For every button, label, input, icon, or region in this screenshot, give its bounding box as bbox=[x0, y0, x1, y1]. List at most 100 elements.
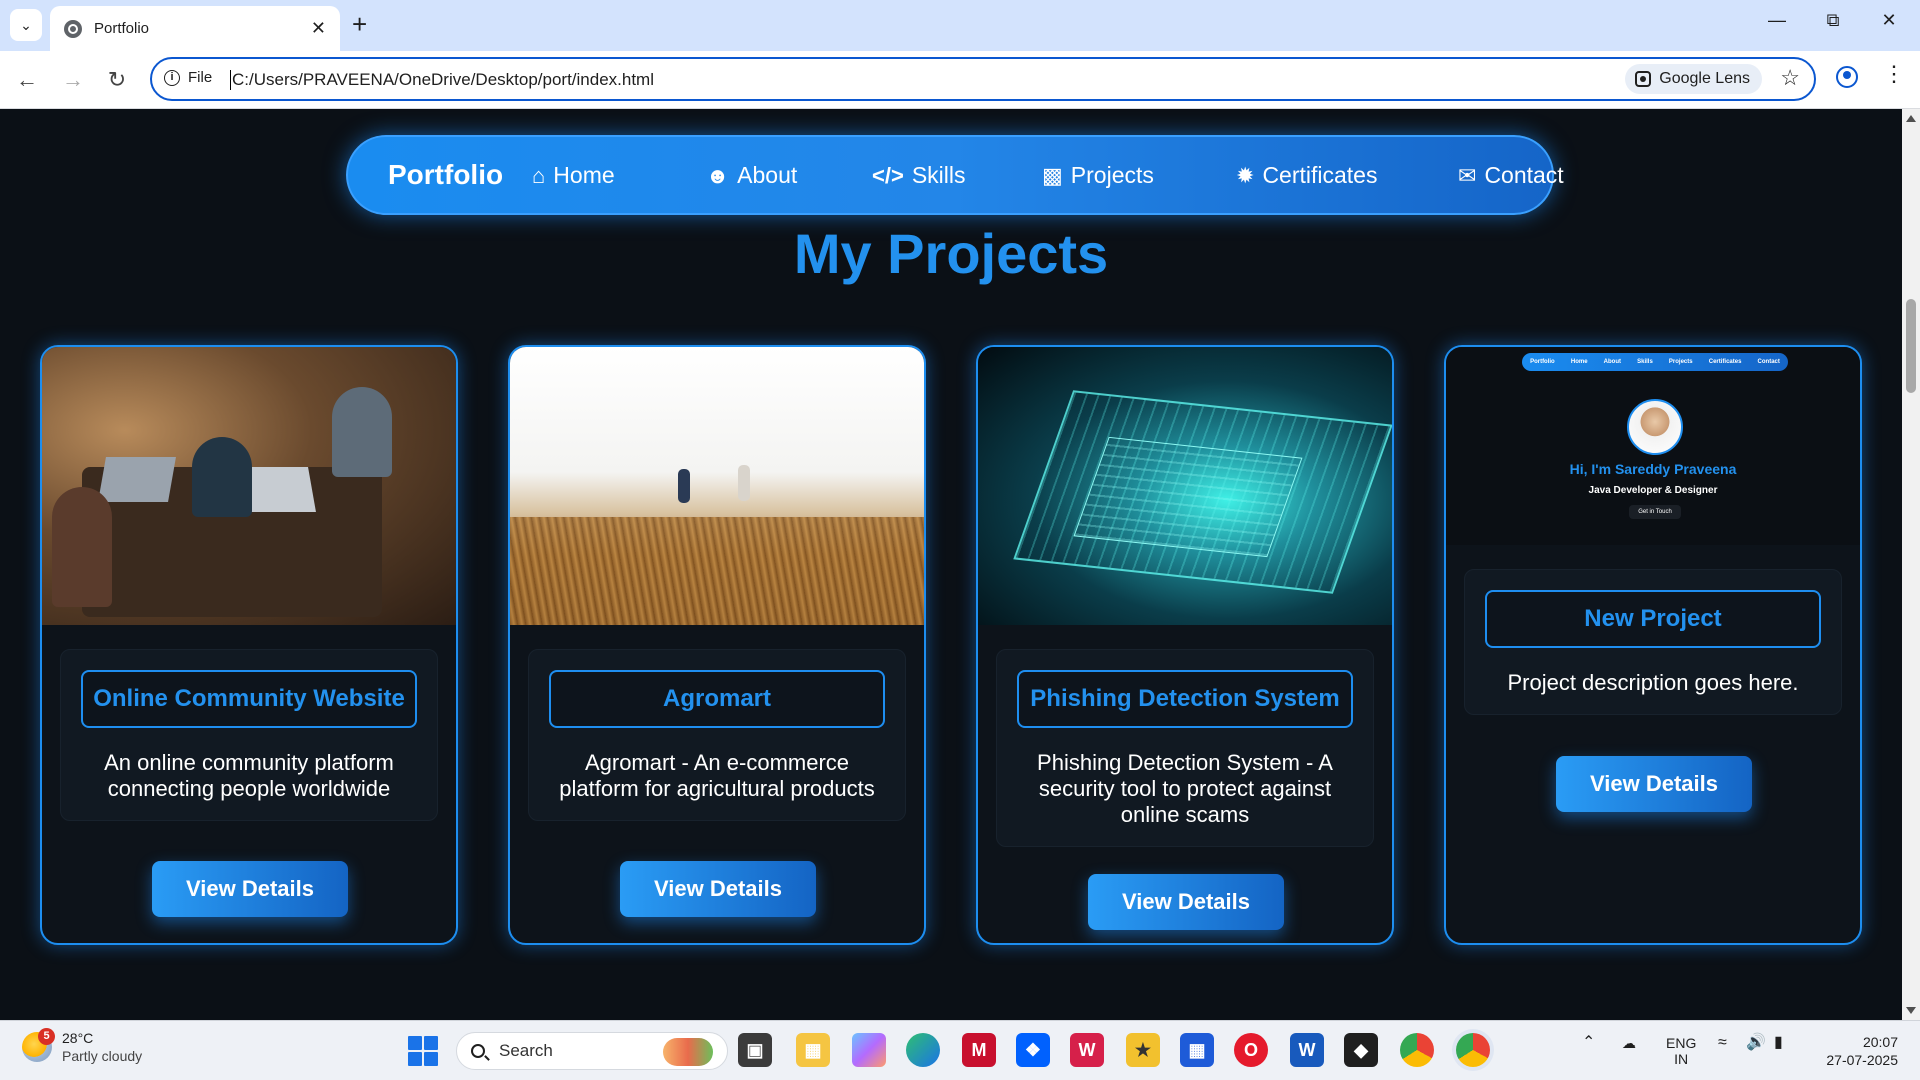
preview-avatar bbox=[1627, 399, 1683, 455]
file-explorer-icon[interactable]: ▦ bbox=[796, 1033, 830, 1067]
preview-nav-item: Certificates bbox=[1708, 359, 1742, 365]
nav-certificates-label: Certificates bbox=[1262, 162, 1378, 188]
preview-nav-item: About bbox=[1603, 359, 1621, 365]
language-bottom: IN bbox=[1674, 1051, 1689, 1067]
dropbox-icon[interactable]: ❖ bbox=[1016, 1033, 1050, 1067]
nav-skills[interactable]: </> Skills bbox=[872, 162, 965, 189]
language-top: ENG bbox=[1666, 1035, 1697, 1051]
google-lens-button[interactable]: Google Lens bbox=[1625, 64, 1762, 94]
view-details-button[interactable]: View Details bbox=[620, 861, 816, 917]
site-info-button[interactable]: i File bbox=[164, 69, 212, 86]
project-title: New Project bbox=[1485, 590, 1821, 648]
mcafee-icon[interactable]: M bbox=[962, 1033, 996, 1067]
site-brand[interactable]: Portfolio bbox=[388, 159, 503, 191]
search-highlight-icon bbox=[663, 1038, 713, 1066]
project-body: Agromart Agromart - An e-commerce platfo… bbox=[528, 649, 906, 821]
nav-home[interactable]: ⌂ Home bbox=[532, 162, 615, 189]
page-scrollbar[interactable] bbox=[1902, 109, 1920, 1020]
sitemap-icon: ▩ bbox=[1042, 162, 1063, 188]
chrome-icon[interactable] bbox=[1456, 1033, 1490, 1067]
reload-button[interactable]: ↻ bbox=[102, 65, 132, 95]
nav-certificates[interactable]: ✹ Certificates bbox=[1236, 162, 1377, 189]
scroll-up-icon[interactable] bbox=[1906, 115, 1916, 122]
chevron-up-icon[interactable]: ⌃ bbox=[1582, 1035, 1595, 1051]
minimize-button[interactable]: — bbox=[1762, 10, 1792, 31]
tab-search-button[interactable]: ⌄ bbox=[10, 9, 42, 41]
nav-skills-label: Skills bbox=[911, 162, 966, 188]
profile-icon[interactable] bbox=[1836, 66, 1858, 88]
new-tab-button[interactable]: + bbox=[352, 11, 367, 37]
project-body: Online Community Website An online commu… bbox=[60, 649, 438, 821]
weather-temp: 28°C bbox=[62, 1030, 94, 1046]
onedrive-icon[interactable]: ☁ bbox=[1622, 1035, 1636, 1051]
chrome-profile-icon[interactable] bbox=[1400, 1033, 1434, 1067]
project-title: Online Community Website bbox=[81, 670, 417, 728]
nav-projects[interactable]: ▩ Projects bbox=[1042, 162, 1154, 189]
wps-office-icon[interactable]: W bbox=[1070, 1033, 1104, 1067]
project-description: An online community platform connecting … bbox=[104, 750, 394, 801]
nav-contact[interactable]: ✉ Contact bbox=[1458, 162, 1564, 189]
address-bar[interactable]: i File C:/Users/PRAVEENA/OneDrive/Deskto… bbox=[150, 57, 1816, 101]
preview-brand: Portfolio bbox=[1530, 359, 1555, 365]
menu-kebab-icon[interactable]: ⋮ bbox=[1883, 63, 1905, 85]
project-image bbox=[978, 347, 1392, 625]
close-tab-icon[interactable]: ✕ bbox=[311, 18, 326, 39]
wifi-icon[interactable]: ≈ bbox=[1718, 1035, 1727, 1051]
nav-home-label: Home bbox=[553, 162, 615, 188]
language-indicator[interactable]: ENG IN bbox=[1666, 1035, 1696, 1067]
browser-toolbar: ← → ↻ i File C:/Users/PRAVEENA/OneDrive/… bbox=[0, 51, 1920, 109]
bookmark-star-icon[interactable]: ☆ bbox=[1780, 65, 1800, 91]
opera-icon[interactable]: O bbox=[1234, 1033, 1268, 1067]
search-icon bbox=[471, 1044, 485, 1058]
project-body: New Project Project description goes her… bbox=[1464, 569, 1842, 715]
edge-icon[interactable] bbox=[906, 1033, 940, 1067]
project-description: Phishing Detection System - A security t… bbox=[1037, 750, 1333, 827]
browser-tab[interactable]: Portfolio ✕ bbox=[50, 6, 340, 51]
task-view-icon[interactable]: ▣ bbox=[738, 1033, 772, 1067]
scrollbar-thumb[interactable] bbox=[1906, 299, 1916, 393]
nav-about[interactable]: ☻ About bbox=[706, 162, 797, 189]
project-image bbox=[42, 347, 456, 625]
preview-nav-item: Home bbox=[1570, 359, 1588, 365]
page-viewport: Portfolio ⌂ Home ☻ About </> Skills ▩ Pr… bbox=[0, 109, 1902, 1020]
preview-greeting: Hi, I'm Sareddy Praveena bbox=[1569, 461, 1737, 477]
restore-button[interactable]: ⧉ bbox=[1818, 10, 1848, 31]
system-clock[interactable]: 20:07 27-07-2025 bbox=[1800, 1033, 1898, 1069]
view-details-button[interactable]: View Details bbox=[1088, 874, 1284, 930]
section-title: My Projects bbox=[793, 222, 1109, 285]
code-icon: </> bbox=[872, 162, 904, 188]
close-window-button[interactable]: ✕ bbox=[1874, 10, 1904, 31]
project-card: Portfolio Home About Skills Projects Cer… bbox=[1444, 345, 1862, 945]
weather-widget[interactable]: 5 28°C Partly cloudy bbox=[22, 1028, 142, 1065]
project-card: Phishing Detection System Phishing Detec… bbox=[976, 345, 1394, 945]
taskbar-search[interactable]: Search bbox=[456, 1032, 728, 1070]
home-icon: ⌂ bbox=[532, 162, 546, 188]
preview-role: Java Developer & Designer bbox=[1588, 485, 1718, 496]
pin-app-icon[interactable]: ★ bbox=[1126, 1033, 1160, 1067]
nav-projects-label: Projects bbox=[1070, 162, 1154, 188]
site-navbar: Portfolio ⌂ Home ☻ About </> Skills ▩ Pr… bbox=[346, 135, 1564, 215]
taskbar-search-label: Search bbox=[499, 1041, 553, 1060]
back-button[interactable]: ← bbox=[12, 65, 42, 95]
copilot-icon[interactable] bbox=[852, 1033, 886, 1067]
chevron-down-icon: ⌄ bbox=[20, 16, 32, 33]
battery-icon[interactable]: ▮ bbox=[1774, 1035, 1783, 1051]
nav-about-label: About bbox=[737, 162, 798, 188]
microsoft-store-icon[interactable]: ▦ bbox=[1180, 1033, 1214, 1067]
word-icon[interactable]: W bbox=[1290, 1033, 1324, 1067]
clock-time: 20:07 bbox=[1862, 1034, 1898, 1050]
view-details-button[interactable]: View Details bbox=[1556, 756, 1752, 812]
nav-contact-label: Contact bbox=[1484, 162, 1564, 188]
info-icon: i bbox=[164, 69, 180, 86]
volume-icon[interactable]: 🔊 bbox=[1746, 1035, 1766, 1051]
url-scheme-label: File bbox=[188, 69, 213, 86]
partly-cloudy-icon: 5 bbox=[22, 1028, 55, 1062]
windows-taskbar: 5 28°C Partly cloudy Search ▣ ▦ M ❖ W ★ … bbox=[0, 1020, 1920, 1080]
forward-button[interactable]: → bbox=[58, 65, 88, 95]
terminal-app-icon[interactable]: ◆ bbox=[1344, 1033, 1378, 1067]
scroll-down-icon[interactable] bbox=[1906, 1007, 1916, 1014]
windows-start-icon[interactable] bbox=[408, 1036, 438, 1066]
url-text[interactable]: C:/Users/PRAVEENA/OneDrive/Desktop/port/… bbox=[230, 70, 654, 90]
view-details-button[interactable]: View Details bbox=[152, 861, 348, 917]
project-description: Agromart - An e-commerce platform for ag… bbox=[559, 750, 875, 801]
